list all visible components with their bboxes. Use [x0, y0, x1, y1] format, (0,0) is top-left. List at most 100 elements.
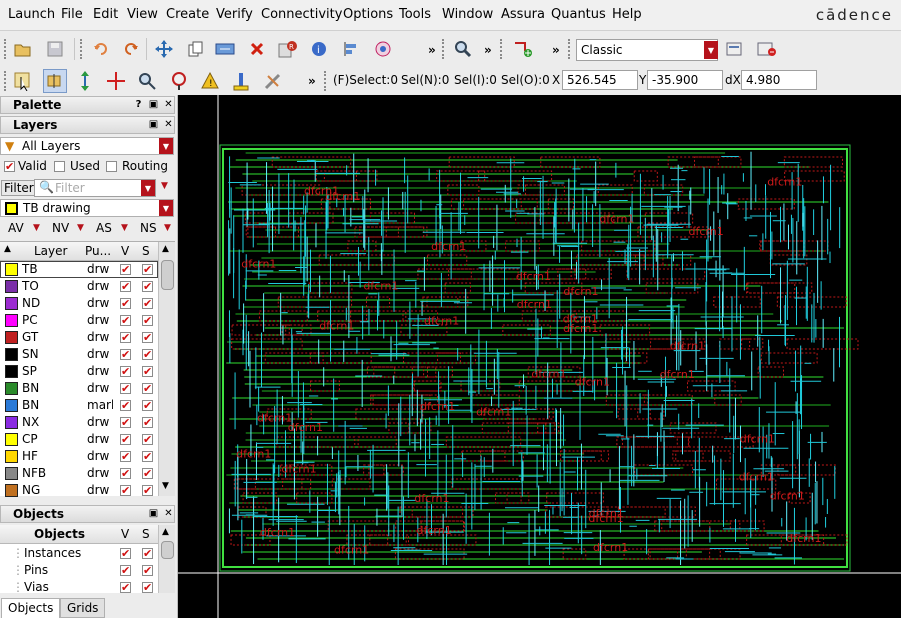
object-visible-checkbox[interactable]: ✔ — [120, 548, 131, 559]
objects-float-icon[interactable]: ▣ — [148, 508, 159, 519]
workspace-save-icon[interactable] — [724, 38, 746, 60]
layer-row[interactable]: BN drw ✔ ✔ — [0, 380, 158, 397]
layer-visible-checkbox[interactable]: ✔ — [120, 281, 131, 292]
zoom-select-icon[interactable] — [136, 70, 158, 92]
layer-visible-checkbox[interactable]: ✔ — [120, 468, 131, 479]
scroll-down-icon[interactable]: ▼ — [162, 481, 169, 491]
layer-swatch[interactable] — [5, 365, 18, 378]
layer-row[interactable]: ND drw ✔ ✔ — [0, 295, 158, 312]
undo-icon[interactable] — [90, 38, 112, 60]
layer-selectable-checkbox[interactable]: ✔ — [142, 434, 153, 445]
layer-swatch[interactable] — [5, 450, 18, 463]
layer-visible-checkbox[interactable]: ✔ — [120, 434, 131, 445]
objects-scroll-up-icon[interactable]: ▲ — [162, 527, 169, 537]
layer-column-header[interactable]: Layer — [34, 244, 67, 258]
select-pointer-icon[interactable] — [12, 70, 34, 92]
layer-swatch[interactable] — [5, 382, 18, 395]
close-icon[interactable]: ✕ — [163, 99, 174, 110]
copy-icon[interactable] — [185, 38, 207, 60]
scroll-up-icon[interactable]: ▲ — [162, 244, 169, 254]
layer-visible-checkbox[interactable]: ✔ — [120, 349, 131, 360]
layer-visible-checkbox[interactable]: ✔ — [120, 264, 131, 275]
current-layer-select[interactable]: TB drawing ▼ — [0, 199, 174, 217]
layout-canvas[interactable]: dfcrn1 dfcrn1 dfcrn1 dfcrn1 dfcrn1 dfcrn1 dfcr… — [178, 95, 901, 618]
ns-dropdown-icon[interactable]: ▼ — [164, 223, 171, 233]
toolbar-overflow-3[interactable]: » — [552, 43, 560, 57]
menu-verify[interactable]: Verify — [216, 7, 253, 22]
layer-row[interactable]: BN mark ✔ ✔ — [0, 397, 158, 414]
dx-field[interactable]: 4.980 — [741, 70, 817, 90]
layer-selectable-checkbox[interactable]: ✔ — [142, 451, 153, 462]
menu-window[interactable]: Window — [442, 7, 493, 22]
search-dropdown-icon[interactable]: ▼ — [141, 180, 155, 196]
layer-row[interactable]: TB drw ✔ ✔ — [0, 261, 158, 278]
layer-row[interactable]: SP drw ✔ ✔ — [0, 363, 158, 380]
align-icon[interactable] — [340, 38, 362, 60]
layer-selectable-checkbox[interactable]: ✔ — [142, 332, 153, 343]
menu-file[interactable]: File — [61, 7, 83, 22]
toolbar-overflow[interactable]: » — [428, 43, 436, 57]
filter-button[interactable]: Filter — [1, 180, 37, 196]
menu-assura[interactable]: Assura — [501, 7, 545, 22]
y-coordinate-field[interactable]: -35.900 — [647, 70, 723, 90]
menu-view[interactable]: View — [127, 7, 158, 22]
layer-visible-checkbox[interactable]: ✔ — [120, 485, 131, 496]
layer-selectable-checkbox[interactable]: ✔ — [142, 417, 153, 428]
layer-selectable-checkbox[interactable]: ✔ — [142, 485, 153, 496]
layer-swatch[interactable] — [5, 467, 18, 480]
used-checkbox[interactable] — [54, 161, 65, 172]
layer-visible-checkbox[interactable]: ✔ — [120, 298, 131, 309]
menu-connectivity[interactable]: Connectivity — [261, 7, 342, 22]
layer-visible-checkbox[interactable]: ✔ — [120, 417, 131, 428]
layer-swatch[interactable] — [5, 416, 18, 429]
layer-swatch[interactable] — [5, 348, 18, 361]
help-icon[interactable]: ? — [133, 99, 144, 110]
tab-objects[interactable]: Objects — [1, 598, 61, 618]
menu-options[interactable]: Options — [343, 7, 393, 22]
objects-visible-header[interactable]: V — [121, 527, 129, 541]
nv-dropdown-icon[interactable]: ▼ — [77, 223, 84, 233]
open-icon[interactable] — [12, 38, 34, 60]
object-row-pins[interactable]: ⋮ Pins ✔ ✔ — [0, 562, 158, 579]
toolbar-overflow-2[interactable]: » — [484, 43, 492, 57]
layer-swatch[interactable] — [5, 297, 18, 310]
x-coordinate-field[interactable]: 526.545 — [562, 70, 638, 90]
layer-row[interactable]: CP drw ✔ ✔ — [0, 431, 158, 448]
object-selectable-checkbox[interactable]: ✔ — [142, 565, 153, 576]
toolbar-overflow-4[interactable]: » — [308, 74, 316, 88]
object-row-instances[interactable]: ⋮ Instances ✔ ✔ — [0, 545, 158, 562]
object-selectable-checkbox[interactable]: ✔ — [142, 548, 153, 559]
layer-visible-checkbox[interactable]: ✔ — [120, 332, 131, 343]
layer-swatch[interactable] — [5, 314, 18, 327]
layer-swatch[interactable] — [5, 399, 18, 412]
as-dropdown-icon[interactable]: ▼ — [121, 223, 128, 233]
layer-visible-checkbox[interactable]: ✔ — [120, 451, 131, 462]
layer-selectable-checkbox[interactable]: ✔ — [142, 349, 153, 360]
objects-close-icon[interactable]: ✕ — [163, 508, 174, 519]
layout-drawing[interactable]: dfcrn1dfcrn1dfcrn1dfcrn1dfcrn1dfcrn1dfcr… — [178, 95, 901, 618]
menu-tools[interactable]: Tools — [399, 7, 431, 22]
info-icon[interactable]: i — [308, 38, 330, 60]
layer-selectable-checkbox[interactable]: ✔ — [142, 468, 153, 479]
stretch-icon[interactable] — [214, 38, 236, 60]
area-select-icon[interactable] — [43, 69, 67, 93]
selectable-column-header[interactable]: S — [142, 244, 150, 258]
layer-row[interactable]: PC drw ✔ ✔ — [0, 312, 158, 329]
av-dropdown-icon[interactable]: ▼ — [33, 223, 40, 233]
objects-column-header[interactable]: Objects — [34, 527, 85, 541]
clear-ruler-icon[interactable] — [262, 70, 284, 92]
search-options-icon[interactable]: ▼ — [161, 181, 168, 191]
layer-row[interactable]: NFB drw ✔ ✔ — [0, 465, 158, 482]
menu-help[interactable]: Help — [612, 7, 642, 22]
none-visible-button[interactable]: NV — [52, 221, 69, 235]
layer-selectable-checkbox[interactable]: ✔ — [142, 281, 153, 292]
move-icon[interactable] — [153, 38, 175, 60]
layer-filter-dropdown-icon[interactable]: ▼ — [159, 138, 173, 154]
layer-row[interactable]: HF drw ✔ ✔ — [0, 448, 158, 465]
tab-grids[interactable]: Grids — [60, 598, 106, 618]
workspace-select[interactable]: Classic — [576, 39, 718, 61]
layers-close-icon[interactable]: ✕ — [163, 119, 174, 130]
toolbar-grip[interactable] — [4, 39, 9, 59]
purpose-column-header[interactable]: Pu... — [85, 244, 111, 258]
layer-visible-checkbox[interactable]: ✔ — [120, 366, 131, 377]
